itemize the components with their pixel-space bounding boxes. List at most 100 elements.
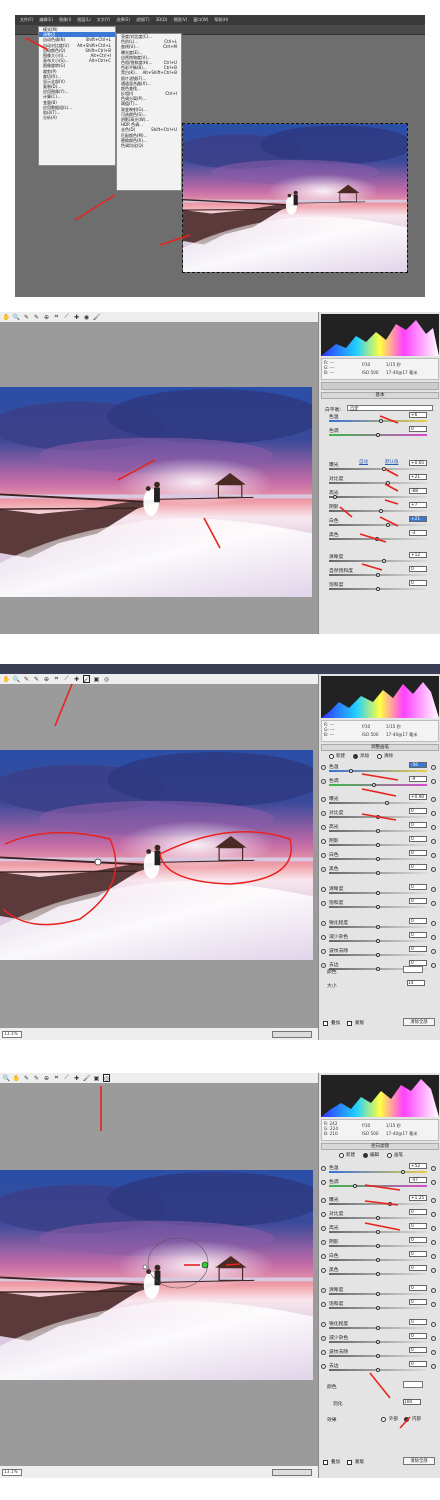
minus-icon[interactable] <box>321 811 326 816</box>
plus-icon[interactable] <box>431 921 436 926</box>
spot-removal-icon[interactable]: ✚ <box>73 313 80 321</box>
slider-thumb[interactable] <box>376 1367 380 1372</box>
straighten-icon[interactable]: ⟋ <box>63 675 70 683</box>
size-field[interactable]: 14 <box>407 980 425 986</box>
slider-track[interactable] <box>329 802 427 804</box>
minus-icon[interactable] <box>321 1198 326 1203</box>
menubar-item[interactable]: 视图(V) <box>173 17 187 23</box>
menu-item[interactable]: 分析(A) <box>39 115 115 120</box>
slider-thumb[interactable] <box>348 768 353 773</box>
slider-value-field[interactable]: +52 <box>409 1163 427 1169</box>
slider-thumb[interactable] <box>376 814 380 819</box>
slider-thumb[interactable] <box>376 1271 380 1276</box>
slider-thumb[interactable] <box>376 1229 380 1234</box>
minus-icon[interactable] <box>321 797 326 802</box>
graduated-filter-icon[interactable]: ▣ <box>93 675 100 683</box>
minus-icon[interactable] <box>321 779 326 784</box>
radial-filter-icon[interactable]: ◎ <box>103 675 110 683</box>
minus-icon[interactable] <box>321 1166 326 1171</box>
slider-row[interactable]: 锐化程度 0 <box>321 1319 437 1333</box>
menubar-item[interactable]: 文件(F) <box>20 17 33 23</box>
slider-value-field[interactable]: 0 <box>409 1361 427 1367</box>
slider-row[interactable]: 色温 -56 <box>321 762 437 776</box>
plus-icon[interactable] <box>431 1226 436 1231</box>
auto-link[interactable]: 自动 <box>359 459 368 465</box>
target-adjust-icon[interactable]: ⊕ <box>43 1074 50 1082</box>
plus-icon[interactable] <box>431 887 436 892</box>
zoom-tool-icon[interactable]: 🔍 <box>13 313 20 321</box>
hand-tool-icon[interactable]: ✋ <box>3 313 10 321</box>
plus-icon[interactable] <box>431 1180 436 1185</box>
slider-thumb[interactable] <box>376 1291 380 1296</box>
slider-thumb[interactable] <box>376 966 380 971</box>
slider-thumb[interactable] <box>376 1243 380 1248</box>
slider-row[interactable]: 清晰度 +12 <box>323 552 437 566</box>
slider-value-field[interactable]: 0 <box>409 918 427 924</box>
plus-icon[interactable] <box>431 1336 436 1341</box>
panel-tabs[interactable] <box>321 382 439 390</box>
minus-icon[interactable] <box>321 853 326 858</box>
minus-icon[interactable] <box>321 887 326 892</box>
slider-value-field[interactable]: 0 <box>409 1285 427 1291</box>
slider-value-field[interactable]: 0 <box>409 566 427 572</box>
menubar-item[interactable]: 3D(D) <box>156 17 168 23</box>
minus-icon[interactable] <box>321 1240 326 1245</box>
slider-row[interactable]: 高光 -88 <box>323 488 437 502</box>
crop-icon[interactable]: ⌗ <box>53 313 60 321</box>
minus-icon[interactable] <box>321 935 326 940</box>
slider-row[interactable]: 黑色 0 <box>321 864 437 878</box>
eyedropper-icon[interactable]: ✎ <box>23 1074 30 1082</box>
slider-row[interactable]: 高光 0 <box>321 822 437 836</box>
slider-value-field[interactable]: +0.65 <box>409 460 427 466</box>
slider-value-field[interactable]: 0 <box>409 850 427 856</box>
feather-field[interactable]: 100 <box>403 1399 421 1405</box>
slider-thumb[interactable] <box>332 494 337 499</box>
brush-mode-radios[interactable]: 新建 添加 清除 <box>329 753 393 759</box>
plus-icon[interactable] <box>431 1240 436 1245</box>
slider-row[interactable]: 锐化程度 0 <box>321 918 437 932</box>
outside-radio[interactable] <box>381 1416 386 1422</box>
menubar-item[interactable]: 文字(Y) <box>97 17 111 23</box>
minus-icon[interactable] <box>321 901 326 906</box>
slider-thumb[interactable] <box>381 558 386 563</box>
slider-row[interactable]: 减少杂色 0 <box>321 1333 437 1347</box>
slider-value-field[interactable]: 0 <box>409 1251 427 1257</box>
slider-row[interactable]: 波纹去除 0 <box>321 1347 437 1361</box>
minus-icon[interactable] <box>321 839 326 844</box>
slider-track[interactable] <box>329 784 427 786</box>
slider-value-field[interactable]: 0 <box>409 1299 427 1305</box>
slider-row[interactable]: 对比度 0 <box>321 808 437 822</box>
slider-track[interactable] <box>329 510 427 512</box>
plus-icon[interactable] <box>431 853 436 858</box>
slider-row[interactable]: 白色 0 <box>321 1251 437 1265</box>
slider-value-field[interactable]: 0 <box>409 808 427 814</box>
mode-radio[interactable]: 画笔 <box>387 1152 403 1158</box>
minus-icon[interactable] <box>321 1226 326 1231</box>
crop-icon[interactable]: ⌗ <box>53 1074 60 1082</box>
graduated-filter-icon[interactable]: ▣ <box>93 1074 100 1082</box>
slider-thumb[interactable] <box>376 842 380 847</box>
slider-track[interactable] <box>329 482 427 484</box>
hand-tool-icon[interactable]: ✋ <box>13 1074 20 1082</box>
minus-icon[interactable] <box>321 1268 326 1273</box>
straighten-icon[interactable]: ⟋ <box>63 1074 70 1082</box>
slider-row[interactable]: 阴影 0 <box>321 836 437 850</box>
plus-icon[interactable] <box>431 1254 436 1259</box>
slider-value-field[interactable]: 0 <box>409 1333 427 1339</box>
slider-thumb[interactable] <box>376 1325 380 1330</box>
slider-value-field[interactable]: 0 <box>409 836 427 842</box>
minus-icon[interactable] <box>321 765 326 770</box>
minus-icon[interactable] <box>321 825 326 830</box>
slider-value-field[interactable]: +7 <box>409 502 427 508</box>
adjustment-brush-icon[interactable]: 🖌 <box>83 1074 91 1082</box>
slider-value-field[interactable]: +1.25 <box>409 1195 427 1201</box>
mask-checkbox[interactable] <box>347 1020 352 1026</box>
default-link[interactable]: 默认值 <box>385 459 399 465</box>
radio-icon[interactable] <box>329 753 334 759</box>
plus-icon[interactable] <box>431 839 436 844</box>
slider-row[interactable]: 色温 +6 <box>323 412 437 426</box>
slider-track[interactable] <box>329 524 427 526</box>
slider-row[interactable]: 饱和度 0 <box>321 898 437 912</box>
zoom-tool-icon[interactable]: 🔍 <box>13 675 20 683</box>
radio-icon[interactable] <box>377 753 382 759</box>
